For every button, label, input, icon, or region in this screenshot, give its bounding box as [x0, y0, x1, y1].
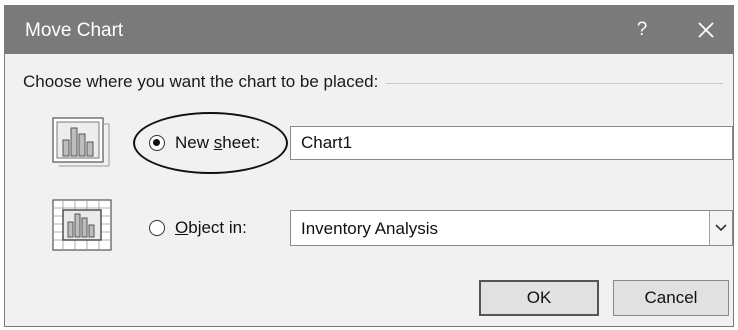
move-chart-dialog: Move Chart ? Choose where you want the c… [4, 5, 734, 327]
ok-button[interactable]: OK [479, 280, 599, 316]
dropdown-arrow-button[interactable] [709, 211, 732, 245]
object-in-dropdown[interactable]: Inventory Analysis [290, 210, 733, 246]
radio-object-in-indicator[interactable] [149, 220, 165, 236]
object-in-value: Inventory Analysis [301, 219, 439, 238]
new-sheet-name-input[interactable]: Chart1 [290, 126, 733, 160]
close-icon [698, 22, 714, 38]
chart-sheet-icon [51, 116, 113, 170]
radio-new-sheet-indicator[interactable] [149, 135, 165, 151]
radio-new-sheet[interactable]: New sheet: [149, 133, 260, 153]
cancel-button[interactable]: Cancel [613, 280, 729, 316]
group-label: Choose where you want the chart to be pl… [23, 72, 387, 92]
dialog-title: Move Chart [25, 20, 124, 41]
chevron-down-icon [715, 224, 727, 232]
radio-object-in-label: Object in: [175, 218, 247, 237]
radio-object-in[interactable]: Object in: [149, 218, 247, 238]
embedded-chart-icon [51, 198, 113, 252]
help-button[interactable]: ? [627, 18, 657, 42]
title-bar: Move Chart ? [5, 6, 733, 54]
radio-new-sheet-label: New sheet: [175, 133, 261, 152]
close-button[interactable] [691, 16, 721, 44]
